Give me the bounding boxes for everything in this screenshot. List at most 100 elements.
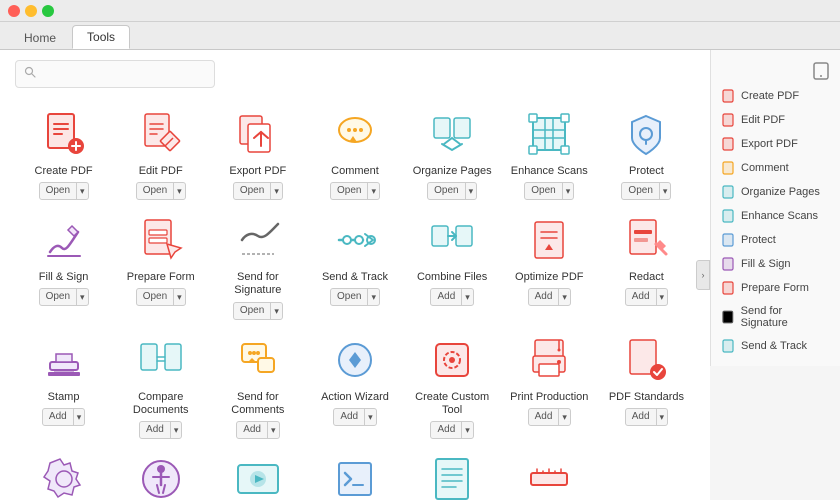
tool-item-index[interactable]: IndexAdd▾ [404,445,501,500]
tool-item-javascript[interactable]: JavaScriptAdd▾ [306,445,403,500]
create-custom-tool-action-button[interactable]: Add▾ [430,421,473,439]
sidebar-item-send-signature[interactable]: Send for Signature [711,300,840,334]
tab-home[interactable]: Home [10,27,70,49]
combine-files-action-arrow[interactable]: ▾ [462,288,473,306]
search-input[interactable] [41,67,206,81]
optimize-pdf-action-arrow[interactable]: ▾ [559,288,570,306]
tool-item-export-pdf[interactable]: Export PDFOpen▾ [209,100,306,206]
tool-item-stamp[interactable]: StampAdd▾ [15,326,112,445]
tool-item-protect[interactable]: ProtectOpen▾ [598,100,695,206]
redact-action-arrow[interactable]: ▾ [657,288,668,306]
action-wizard-action-button[interactable]: Add▾ [333,408,376,426]
create-pdf-action-arrow[interactable]: ▾ [77,182,88,200]
combine-files-action-button[interactable]: Add▾ [430,288,473,306]
protect-action-arrow[interactable]: ▾ [660,182,671,200]
tool-item-redact[interactable]: Redact Add▾ [598,206,695,325]
sidebar-item-label-organize-pages: Organize Pages [741,186,820,198]
fill-sign-action-arrow[interactable]: ▾ [77,288,88,306]
close-button[interactable] [8,5,20,17]
title-bar [0,0,840,22]
tool-item-fill-sign[interactable]: Fill & SignOpen▾ [15,206,112,325]
tool-item-pdf-standards[interactable]: PDF StandardsAdd▾ [598,326,695,445]
enhance-scans-action-arrow[interactable]: ▾ [563,182,574,200]
create-custom-tool-action-arrow[interactable]: ▾ [462,421,473,439]
tool-item-prepare-form[interactable]: Prepare FormOpen▾ [112,206,209,325]
send-signature-action-button[interactable]: Open▾ [233,302,283,320]
tool-item-action-wizard[interactable]: Action WizardAdd▾ [306,326,403,445]
main-layout: Create PDFOpen▾ Edit PDFOpen▾ Export PDF… [0,50,840,500]
tool-item-edit-pdf[interactable]: Edit PDFOpen▾ [112,100,209,206]
print-production-action-button[interactable]: Add▾ [528,408,571,426]
prepare-form-action-button[interactable]: Open▾ [136,288,186,306]
stamp-action-arrow[interactable]: ▾ [74,408,85,426]
tool-item-send-comments[interactable]: Send for CommentsAdd▾ [209,326,306,445]
send-comments-action-button[interactable]: Add▾ [236,421,279,439]
tool-item-organize-pages[interactable]: Organize PagesOpen▾ [404,100,501,206]
tool-item-optimize-pdf[interactable]: Optimize PDFAdd▾ [501,206,598,325]
sidebar-item-export-pdf[interactable]: Export PDF [711,132,840,156]
edit-pdf-action-button[interactable]: Open▾ [136,182,186,200]
edit-pdf-action-arrow[interactable]: ▾ [174,182,185,200]
organize-pages-action-button[interactable]: Open▾ [427,182,477,200]
tool-item-print-production[interactable]: Print ProductionAdd▾ [501,326,598,445]
action-wizard-action-arrow[interactable]: ▾ [365,408,376,426]
rich-media-icon [232,453,284,500]
pdf-standards-action-arrow[interactable]: ▾ [657,408,668,426]
send-track-action-button[interactable]: Open▾ [330,288,380,306]
compare-documents-action-button[interactable]: Add▾ [139,421,182,439]
print-production-action-arrow[interactable]: ▾ [559,408,570,426]
maximize-button[interactable] [42,5,54,17]
sidebar-item-label-create-pdf: Create PDF [741,90,799,102]
sidebar-item-protect[interactable]: Protect [711,228,840,252]
tool-item-compare-documents[interactable]: Compare DocumentsAdd▾ [112,326,209,445]
sidebar-item-edit-pdf[interactable]: Edit PDF [711,108,840,132]
tool-item-send-signature[interactable]: Send for SignatureOpen▾ [209,206,306,325]
sidebar-item-send-track[interactable]: Send & Track [711,334,840,358]
create-pdf-action-button[interactable]: Open▾ [39,182,89,200]
sidebar-item-enhance-scans[interactable]: Enhance Scans [711,204,840,228]
send-signature-action-arrow[interactable]: ▾ [271,302,282,320]
comment-action-button[interactable]: Open▾ [330,182,380,200]
tool-item-create-pdf[interactable]: Create PDFOpen▾ [15,100,112,206]
export-pdf-action-button[interactable]: Open▾ [233,182,283,200]
prepare-form-action-arrow[interactable]: ▾ [174,288,185,306]
send-comments-action-arrow[interactable]: ▾ [268,421,279,439]
tool-item-comment[interactable]: CommentOpen▾ [306,100,403,206]
tab-tools[interactable]: Tools [72,25,130,49]
minimize-button[interactable] [25,5,37,17]
organize-pages-icon [426,108,478,160]
fill-sign-action-button[interactable]: Open▾ [39,288,89,306]
tool-item-accessibility[interactable]: AccessibilityAdd▾ [112,445,209,500]
stamp-action-button[interactable]: Add▾ [42,408,85,426]
optimize-pdf-action-button[interactable]: Add▾ [528,288,571,306]
search-bar[interactable] [15,60,215,88]
compare-documents-action-arrow[interactable]: ▾ [171,421,182,439]
sidebar-item-fill-sign[interactable]: Fill & Sign [711,252,840,276]
javascript-icon [329,453,381,500]
comment-action-arrow[interactable]: ▾ [368,182,379,200]
tool-item-rich-media[interactable]: Rich MediaAdd▾ [209,445,306,500]
sidebar-item-create-pdf[interactable]: Create PDF [711,84,840,108]
sidebar-item-organize-pages[interactable]: Organize Pages [711,180,840,204]
protect-action-button[interactable]: Open▾ [621,182,671,200]
redact-action-button[interactable]: Add▾ [625,288,668,306]
enhance-scans-action-button[interactable]: Open▾ [524,182,574,200]
sidebar-collapse-button[interactable]: › [696,260,710,290]
tool-item-send-track[interactable]: Send & TrackOpen▾ [306,206,403,325]
tool-item-combine-files[interactable]: Combine FilesAdd▾ [404,206,501,325]
sidebar-item-prepare-form[interactable]: Prepare Form [711,276,840,300]
sidebar-item-comment[interactable]: Comment [711,156,840,180]
tool-item-enhance-scans[interactable]: Enhance ScansOpen▾ [501,100,598,206]
send-track-action-arrow[interactable]: ▾ [368,288,379,306]
organize-pages-action-arrow[interactable]: ▾ [466,182,477,200]
create-pdf-action-label: Open [40,182,77,200]
tool-item-create-custom-tool[interactable]: Create Custom ToolAdd▾ [404,326,501,445]
redact-label: Redact [629,271,664,284]
tool-item-measure[interactable]: MeasureAdd▾ [501,445,598,500]
action-wizard-icon [329,334,381,386]
tool-item-certificates[interactable]: CertificatesAdd▾ [15,445,112,500]
pdf-standards-action-button[interactable]: Add▾ [625,408,668,426]
redact-icon [620,214,672,266]
sidebar-item-label-send-track: Send & Track [741,340,807,352]
export-pdf-action-arrow[interactable]: ▾ [271,182,282,200]
